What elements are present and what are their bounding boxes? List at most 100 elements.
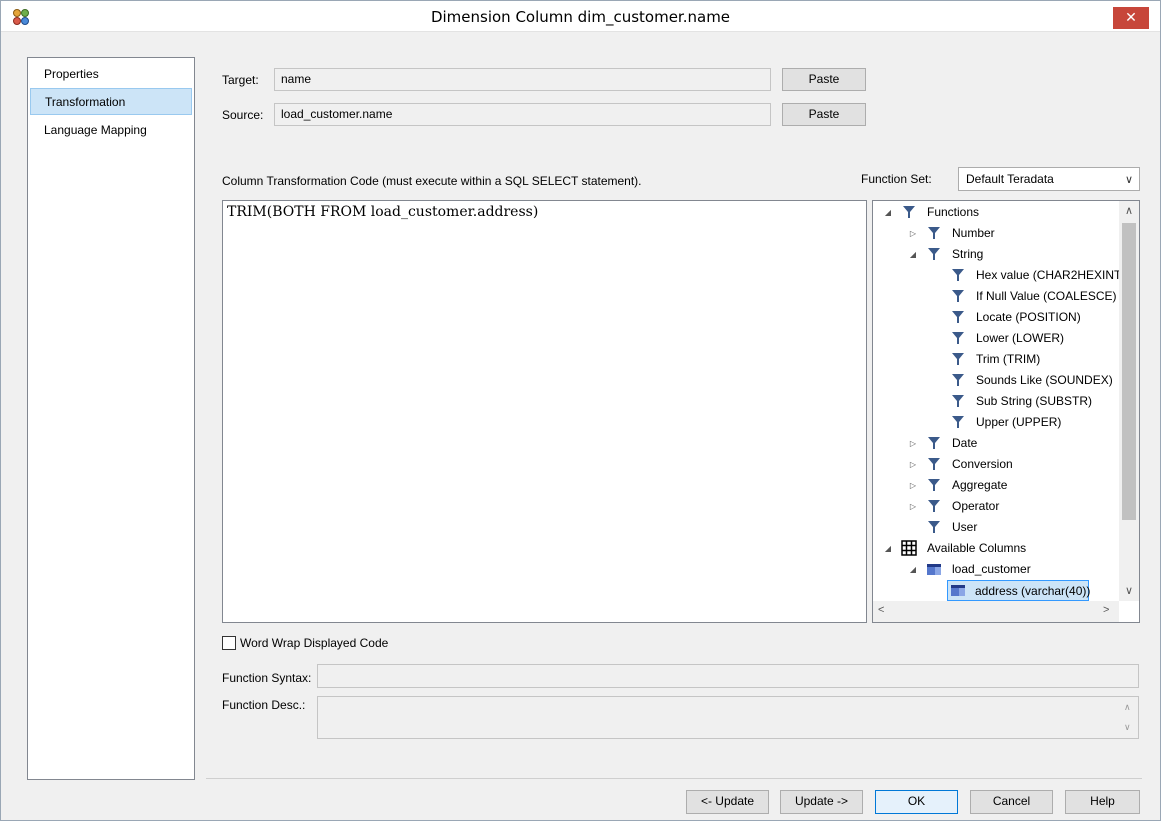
table-grid-icon [901, 540, 917, 556]
function-tree[interactable]: ◢ Functions ▷ Number ◢ String Hex value … [872, 200, 1140, 623]
scroll-down-icon[interactable]: ∨ [1124, 717, 1131, 738]
function-set-value: Default Teradata [966, 172, 1054, 186]
nav-item-transformation[interactable]: Transformation [30, 88, 192, 115]
tree-label: Trim (TRIM) [976, 352, 1041, 366]
tree-node-operator[interactable]: ▷ Operator [873, 496, 1123, 517]
tree-vertical-scrollbar[interactable]: ∧ ∨ [1119, 201, 1139, 601]
close-button[interactable]: ✕ [1113, 7, 1149, 29]
collapse-arrow-icon[interactable]: ◢ [883, 202, 893, 223]
function-set-label: Function Set: [861, 172, 932, 186]
tree-node-available-columns[interactable]: ◢ Available Columns [873, 538, 1123, 559]
function-syntax-field[interactable] [317, 664, 1139, 688]
word-wrap-label: Word Wrap Displayed Code [240, 636, 389, 650]
function-syntax-label: Function Syntax: [222, 671, 312, 685]
nav-item-properties[interactable]: Properties [30, 61, 192, 88]
tree-node-sub-string[interactable]: Sub String (SUBSTR) [873, 391, 1123, 412]
funnel-icon [928, 479, 940, 491]
funnel-icon [903, 206, 915, 218]
tree-node-locate[interactable]: Locate (POSITION) [873, 307, 1123, 328]
tree-node-aggregate[interactable]: ▷ Aggregate [873, 475, 1123, 496]
source-field[interactable]: load_customer.name [274, 103, 771, 126]
tree-label: User [952, 520, 978, 534]
funnel-icon [928, 227, 940, 239]
funnel-icon [952, 269, 964, 281]
window-title: Dimension Column dim_customer.name [430, 8, 731, 26]
tree-node-date[interactable]: ▷ Date [873, 433, 1123, 454]
scroll-thumb[interactable] [1122, 223, 1136, 520]
function-desc-field[interactable]: ∧ ∨ [317, 696, 1139, 739]
tree-node-string[interactable]: ◢ String [873, 244, 1123, 265]
tree-label: Locate (POSITION) [976, 310, 1081, 324]
tree-node-functions[interactable]: ◢ Functions [873, 202, 1123, 223]
cancel-button[interactable]: Cancel [970, 790, 1053, 814]
tree-label: address (varchar(40)) [975, 584, 1091, 598]
tree-label: Available Columns [927, 541, 1027, 555]
tree-label: String [952, 247, 984, 261]
tree-node-address-column[interactable]: address (varchar(40)) [947, 580, 1091, 601]
tree-node-trim[interactable]: Trim (TRIM) [873, 349, 1123, 370]
funnel-icon [928, 458, 940, 470]
ok-button[interactable]: OK [875, 790, 958, 814]
tree-node-sounds-like[interactable]: Sounds Like (SOUNDEX) [873, 370, 1123, 391]
funnel-icon [952, 311, 964, 323]
tree-node-load-customer[interactable]: ◢ load_customer [873, 559, 1123, 580]
scroll-left-icon[interactable]: < [878, 604, 884, 616]
funnel-icon [928, 521, 940, 533]
tree-label: Functions [927, 205, 980, 219]
collapse-arrow-icon[interactable]: ◢ [908, 244, 918, 265]
target-paste-button[interactable]: Paste [782, 68, 866, 91]
update-previous-button[interactable]: <- Update [686, 790, 769, 814]
tree-label: Aggregate [952, 478, 1008, 492]
expand-arrow-icon[interactable]: ▷ [908, 454, 918, 475]
update-next-button[interactable]: Update -> [780, 790, 863, 814]
source-paste-button[interactable]: Paste [782, 103, 866, 126]
funnel-icon [952, 374, 964, 386]
scroll-up-icon[interactable]: ∧ [1124, 697, 1131, 718]
chevron-down-icon: ∨ [1124, 174, 1133, 186]
tree-node-hex-value[interactable]: Hex value (CHAR2HEXINT) [873, 265, 1125, 286]
collapse-arrow-icon[interactable]: ◢ [908, 559, 918, 580]
dialog-window: Dimension Column dim_customer.name ✕ Pro… [0, 0, 1161, 821]
tree-label: Conversion [952, 457, 1013, 471]
tree-label: Lower (LOWER) [976, 331, 1065, 345]
expand-arrow-icon[interactable]: ▷ [908, 433, 918, 454]
funnel-icon [928, 437, 940, 449]
tree-label: Number [952, 226, 995, 240]
code-label: Column Transformation Code (must execute… [222, 174, 642, 188]
tree-label: If Null Value (COALESCE) [976, 289, 1117, 303]
nav-list: Properties Transformation Language Mappi… [27, 57, 195, 780]
tree-label: Sounds Like (SOUNDEX) [976, 373, 1113, 387]
funnel-icon [952, 332, 964, 344]
tree-label: Sub String (SUBSTR) [976, 394, 1093, 408]
funnel-icon [952, 290, 964, 302]
expand-arrow-icon[interactable]: ▷ [908, 223, 918, 244]
expand-arrow-icon[interactable]: ▷ [908, 496, 918, 517]
tree-horizontal-scrollbar[interactable]: < > [873, 601, 1119, 622]
tree-node-upper[interactable]: Upper (UPPER) [873, 412, 1123, 433]
tree-node-number[interactable]: ▷ Number [873, 223, 1123, 244]
expand-arrow-icon[interactable]: ▷ [908, 475, 918, 496]
nav-item-language-mapping[interactable]: Language Mapping [30, 117, 192, 144]
collapse-arrow-icon[interactable]: ◢ [883, 538, 893, 559]
column-icon [951, 585, 965, 596]
function-desc-label: Function Desc.: [222, 698, 306, 712]
target-field[interactable]: name [274, 68, 771, 91]
source-label: Source: [222, 108, 264, 122]
tree-node-lower[interactable]: Lower (LOWER) [873, 328, 1123, 349]
scroll-down-icon[interactable]: ∨ [1125, 584, 1133, 597]
scroll-right-icon[interactable]: > [1103, 604, 1109, 616]
funnel-icon [952, 353, 964, 365]
title-bar: Dimension Column dim_customer.name ✕ [1, 1, 1160, 32]
footer-divider [206, 778, 1142, 779]
funnel-icon [928, 248, 940, 260]
funnel-icon [952, 395, 964, 407]
tree-node-user[interactable]: User [873, 517, 1123, 538]
function-set-select[interactable]: Default Teradata ∨ [958, 167, 1140, 191]
tree-node-if-null-value[interactable]: If Null Value (COALESCE) [873, 286, 1123, 307]
word-wrap-checkbox[interactable] [222, 636, 236, 650]
help-button[interactable]: Help [1065, 790, 1140, 814]
funnel-icon [928, 500, 940, 512]
code-editor[interactable]: TRIM(BOTH FROM load_customer.address) [222, 200, 867, 623]
tree-node-conversion[interactable]: ▷ Conversion [873, 454, 1123, 475]
scroll-up-icon[interactable]: ∧ [1125, 204, 1133, 217]
